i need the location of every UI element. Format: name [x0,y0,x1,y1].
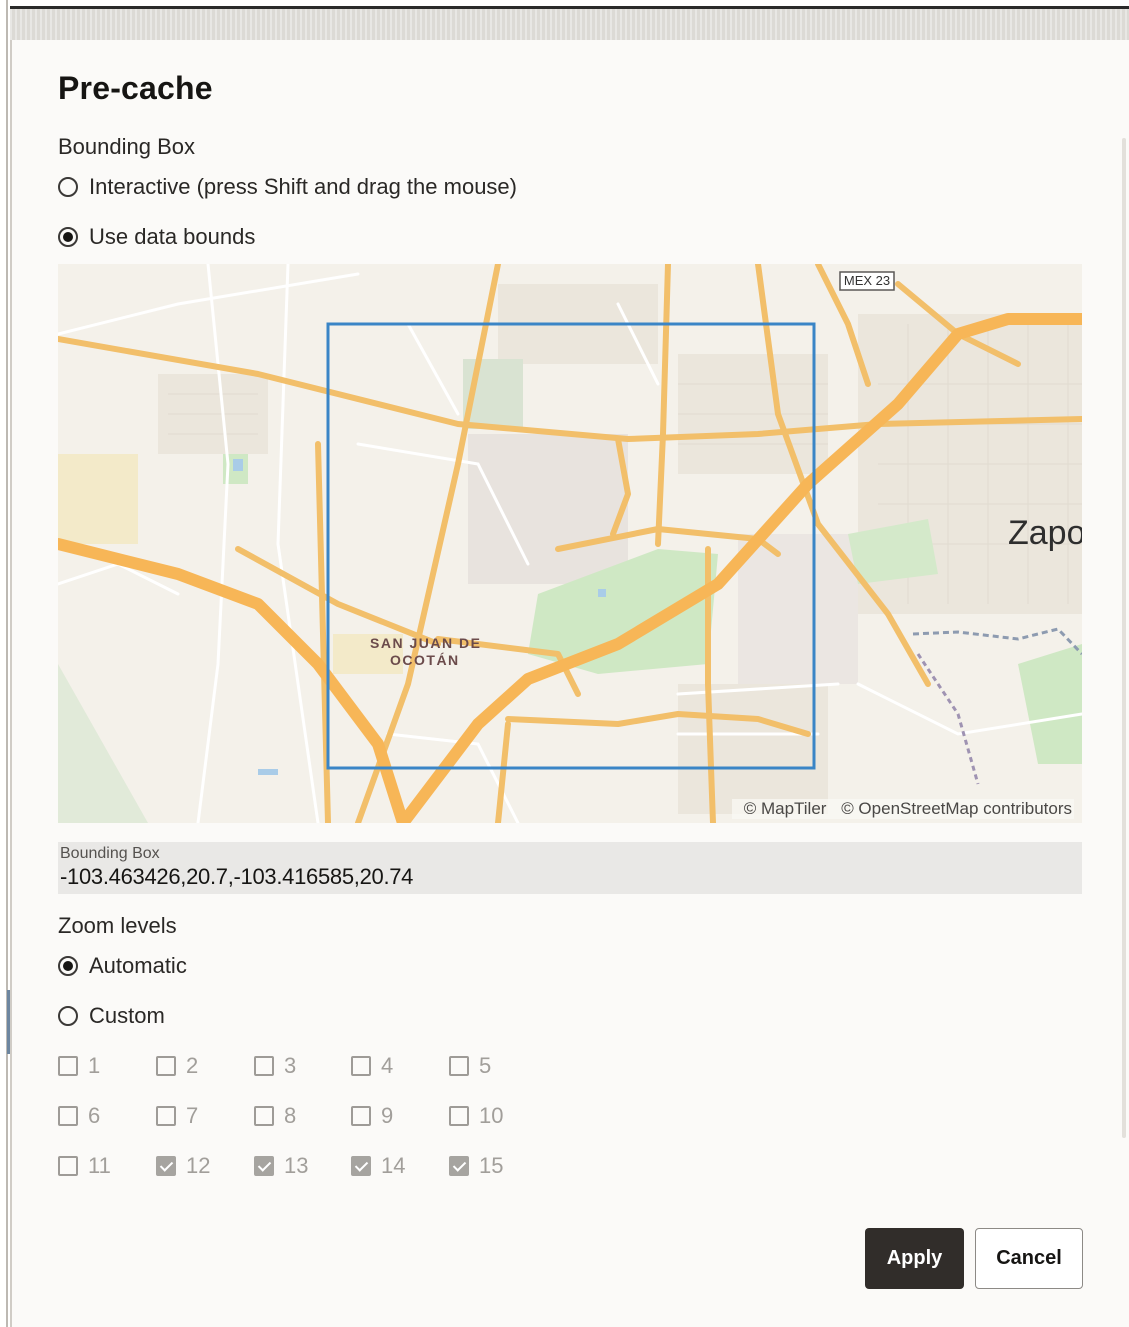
checkbox-box[interactable] [58,1056,78,1076]
map-attribution: © MapTiler © OpenStreetMap contributors [731,799,1074,819]
window-top-strip [10,6,1129,43]
checkbox-label: 6 [88,1103,101,1128]
radio-automatic-circle[interactable] [58,956,78,976]
attribution-osm[interactable]: © OpenStreetMap contributors [841,799,1072,818]
checkbox-label: 11 [88,1153,111,1178]
zoom-levels-label: Zoom levels [58,913,177,938]
checkbox-box[interactable] [449,1106,469,1126]
checkbox-label: 10 [479,1103,504,1128]
checkbox-box[interactable] [351,1056,371,1076]
checkbox-label: 15 [479,1153,504,1178]
checkbox-box[interactable] [449,1056,469,1076]
dialog-scrollbar[interactable] [1122,138,1126,1138]
checkbox-box[interactable] [58,1106,78,1126]
checkbox-label: 4 [381,1053,394,1078]
checkbox-label: 14 [381,1153,406,1178]
zoom-level-checkbox[interactable]: 15 [449,1153,503,1179]
radio-interactive-label: Interactive (press Shift and drag the mo… [89,174,517,199]
cancel-button[interactable]: Cancel [975,1228,1083,1289]
checkbox-box[interactable] [351,1106,371,1126]
radio-custom-label: Custom [89,1003,165,1028]
zoom-level-checkbox[interactable]: 8 [254,1103,296,1129]
checkbox-box[interactable] [156,1056,176,1076]
apply-button[interactable]: Apply [865,1228,964,1289]
zoom-level-checkbox[interactable]: 10 [449,1103,503,1129]
checkbox-label: 13 [284,1153,309,1178]
checkbox-label: 7 [186,1103,199,1128]
radio-automatic[interactable]: Automatic [58,953,187,979]
radio-custom-circle[interactable] [58,1006,78,1026]
checkbox-label: 12 [186,1153,211,1178]
zoom-level-checkbox[interactable]: 4 [351,1053,393,1079]
map-view[interactable]: MEX 23 SAN JUAN DE OCOTÁN Zapo © MapTile… [58,264,1082,823]
checkbox-label: 2 [186,1053,199,1078]
checkbox-box-checked[interactable] [351,1156,371,1176]
radio-custom[interactable]: Custom [58,1003,165,1029]
zoom-level-checkbox[interactable]: 1 [58,1053,100,1079]
zoom-level-checkbox[interactable]: 9 [351,1103,393,1129]
zoom-level-checkbox[interactable]: 13 [254,1153,308,1179]
place-label-line2: OCOTÁN [390,652,460,668]
place-label-line1: SAN JUAN DE [370,635,482,651]
radio-automatic-label: Automatic [89,953,187,978]
zoom-level-checkbox[interactable]: 5 [449,1053,491,1079]
checkbox-label: 9 [381,1103,394,1128]
zoom-level-checkbox[interactable]: 3 [254,1053,296,1079]
zoom-level-checkbox[interactable]: 7 [156,1103,198,1129]
checkbox-box[interactable] [254,1056,274,1076]
zoom-level-checkbox[interactable]: 2 [156,1053,198,1079]
bounding-box-field: Bounding Box -103.463426,20.7,-103.41658… [58,842,1082,894]
radio-data-bounds[interactable]: Use data bounds [58,224,255,250]
side-indicator [7,990,10,1054]
bounding-box-field-label: Bounding Box [60,845,160,862]
radio-data-bounds-circle[interactable] [58,227,78,247]
checkbox-label: 8 [284,1103,297,1128]
checkbox-box-checked[interactable] [449,1156,469,1176]
radio-interactive-circle[interactable] [58,177,78,197]
checkbox-label: 3 [284,1053,297,1078]
city-label: Zapo [1008,514,1082,552]
attribution-maptiler[interactable]: © MapTiler [744,799,827,818]
zoom-level-checkbox[interactable]: 6 [58,1103,100,1129]
checkbox-label: 5 [479,1053,492,1078]
zoom-level-checkbox[interactable]: 11 [58,1153,111,1179]
checkbox-box-checked[interactable] [156,1156,176,1176]
shield-label: MEX 23 [843,273,891,288]
checkbox-box[interactable] [254,1106,274,1126]
bounding-box-label: Bounding Box [58,134,195,159]
zoom-level-checkbox[interactable]: 14 [351,1153,405,1179]
radio-data-bounds-label: Use data bounds [89,224,256,249]
bounding-box-field-value: -103.463426,20.7,-103.416585,20.74 [60,864,414,889]
window-edge [6,0,8,1327]
radio-interactive[interactable]: Interactive (press Shift and drag the mo… [58,174,517,200]
dialog-title: Pre-cache [58,70,213,106]
checkbox-label: 1 [88,1053,101,1078]
checkbox-box[interactable] [58,1156,78,1176]
map-canvas[interactable] [58,264,1082,823]
checkbox-box-checked[interactable] [254,1156,274,1176]
zoom-level-checkbox[interactable]: 12 [156,1153,210,1179]
checkbox-box[interactable] [156,1106,176,1126]
